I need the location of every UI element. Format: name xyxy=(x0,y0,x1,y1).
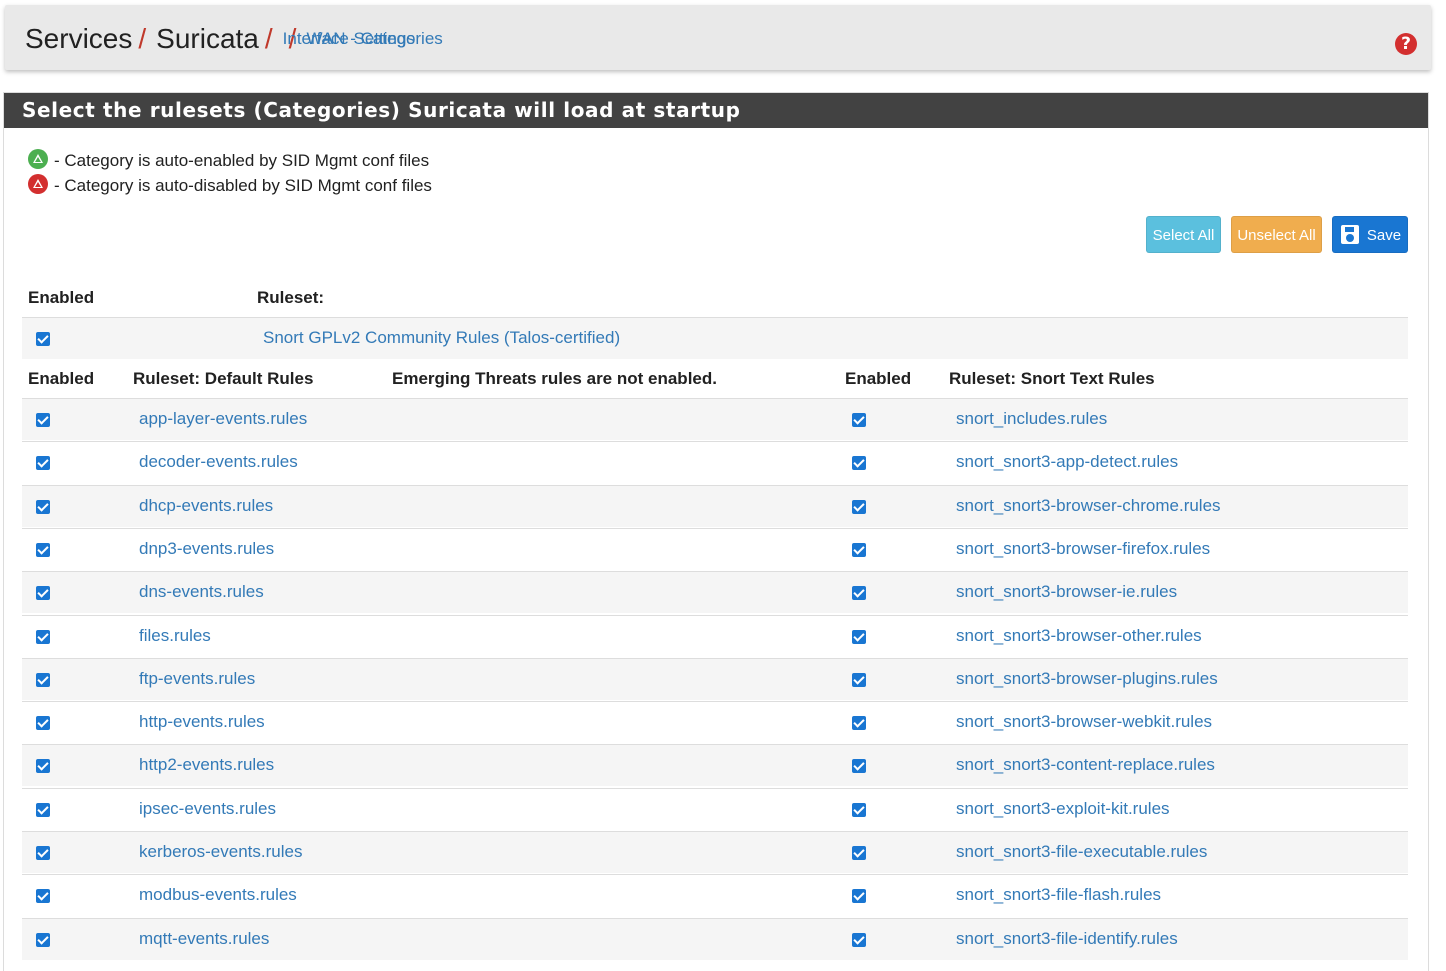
unselect-all-button[interactable]: Unselect All xyxy=(1231,216,1322,253)
snort-rule-link[interactable]: snort_snort3-app-detect.rules xyxy=(956,452,1178,472)
auto-enabled-icon xyxy=(28,148,48,169)
legend-item: - Category is auto-disabled by SID Mgmt … xyxy=(28,173,432,198)
snort-rule-checkbox[interactable] xyxy=(852,803,866,817)
header-ruleset: Ruleset: xyxy=(257,288,325,307)
snort-rule-link[interactable]: snort_snort3-file-flash.rules xyxy=(956,885,1161,905)
table-row: http2-events.rules snort_snort3-content-r… xyxy=(22,744,1408,786)
default-rule-checkbox[interactable] xyxy=(36,413,50,427)
panel-title: Select the rulesets (Categories) Suricat… xyxy=(4,93,1428,128)
community-rules-link[interactable]: Snort GPLv2 Community Rules (Talos-certi… xyxy=(263,328,620,348)
snort-rule-link[interactable]: snort_snort3-exploit-kit.rules xyxy=(956,799,1170,819)
default-rule-link[interactable]: files.rules xyxy=(139,626,211,646)
table-row: kerberos-events.rules snort_snort3-file-e… xyxy=(22,831,1408,873)
default-rule-checkbox[interactable] xyxy=(36,846,50,860)
save-icon xyxy=(1341,225,1359,244)
snort-rule-link[interactable]: snort_includes.rules xyxy=(956,409,1107,429)
snort-rule-checkbox[interactable] xyxy=(852,846,866,860)
default-rule-link[interactable]: ftp-events.rules xyxy=(139,669,255,689)
snort-rule-link[interactable]: snort_snort3-file-executable.rules xyxy=(956,842,1207,862)
table-row: dnp3-events.rules snort_snort3-browser-fi… xyxy=(22,528,1408,570)
breadcrumb: Services / Suricata / Interface Settings / WAN… xyxy=(25,22,443,56)
header-et-note: Emerging Threats rules are not enabled. xyxy=(392,369,717,388)
snort-rule-checkbox[interactable] xyxy=(852,716,866,730)
snort-rule-checkbox[interactable] xyxy=(852,456,866,470)
snort-rule-link[interactable]: snort_snort3-content-replace.rules xyxy=(956,755,1215,775)
save-label: Save xyxy=(1366,227,1402,244)
table-row: decoder-events.rules snort_snort3-app-det… xyxy=(22,441,1408,483)
snort-rule-link[interactable]: snort_snort3-file-identify.rules xyxy=(956,929,1178,949)
snort-rule-link[interactable]: snort_snort3-browser-ie.rules xyxy=(956,582,1177,602)
snort-rule-checkbox[interactable] xyxy=(852,889,866,903)
legend-text: - Category is auto-disabled by SID Mgmt … xyxy=(54,175,432,195)
snort-rule-checkbox[interactable] xyxy=(852,630,866,644)
default-rule-link[interactable]: mqtt-events.rules xyxy=(139,929,269,949)
snort-rule-link[interactable]: snort_snort3-browser-other.rules xyxy=(956,626,1202,646)
auto-disabled-icon xyxy=(28,173,48,194)
legend-text: - Category is auto-enabled by SID Mgmt c… xyxy=(54,150,430,170)
snort-rule-checkbox[interactable] xyxy=(852,586,866,600)
snort-rule-checkbox[interactable] xyxy=(852,500,866,514)
default-rule-checkbox[interactable] xyxy=(36,456,50,470)
header-default-rules: Ruleset: Default Rules xyxy=(133,369,314,388)
page-header: Services / Suricata / Interface Settings / WAN… xyxy=(5,5,1431,70)
default-rule-checkbox[interactable] xyxy=(36,673,50,687)
breadcrumb-separator: / xyxy=(264,23,273,54)
table-row: mqtt-events.rules snort_snort3-file-ident… xyxy=(22,918,1408,960)
default-rule-link[interactable]: kerberos-events.rules xyxy=(139,842,302,862)
default-rule-checkbox[interactable] xyxy=(36,933,50,947)
header-enabled-right: Enabled xyxy=(845,369,912,388)
question-circle-icon[interactable]: ? xyxy=(1395,33,1417,55)
default-rule-checkbox[interactable] xyxy=(36,889,50,903)
table-row: app-layer-events.rules snort_includes.rul… xyxy=(22,398,1408,440)
community-rules-row: Snort GPLv2 Community Rules (Talos-certi… xyxy=(22,317,1408,359)
breadcrumb-suricata[interactable]: Suricata xyxy=(156,23,259,54)
breadcrumb-wan-categories[interactable]: WAN - Categories xyxy=(306,22,442,56)
default-rule-link[interactable]: dhcp-events.rules xyxy=(139,496,273,516)
default-rule-link[interactable]: dnp3-events.rules xyxy=(139,539,274,559)
default-rule-link[interactable]: decoder-events.rules xyxy=(139,452,298,472)
table-row: dns-events.rules snort_snort3-browser-ie.… xyxy=(22,571,1408,613)
snort-rule-link[interactable]: snort_snort3-browser-firefox.rules xyxy=(956,539,1210,559)
breadcrumb-separator: / xyxy=(138,23,147,54)
default-rule-checkbox[interactable] xyxy=(36,500,50,514)
table-row: files.rules snort_snort3-browser-other.ru… xyxy=(22,615,1408,657)
table-row: http-events.rules snort_snort3-browser-we… xyxy=(22,701,1408,743)
snort-rule-link[interactable]: snort_snort3-browser-plugins.rules xyxy=(956,669,1218,689)
default-rule-checkbox[interactable] xyxy=(36,803,50,817)
select-all-button[interactable]: Select All xyxy=(1146,216,1221,253)
snort-rule-checkbox[interactable] xyxy=(852,673,866,687)
default-rule-checkbox[interactable] xyxy=(36,630,50,644)
default-rule-link[interactable]: modbus-events.rules xyxy=(139,885,297,905)
header-enabled-left: Enabled xyxy=(28,369,95,388)
default-rule-checkbox[interactable] xyxy=(36,716,50,730)
snort-rule-link[interactable]: snort_snort3-browser-chrome.rules xyxy=(956,496,1221,516)
default-rule-link[interactable]: http2-events.rules xyxy=(139,755,274,775)
header-snort-text-rules: Ruleset: Snort Text Rules xyxy=(949,369,1155,388)
snort-rule-checkbox[interactable] xyxy=(852,933,866,947)
breadcrumb-services[interactable]: Services xyxy=(25,23,132,54)
snort-rule-link[interactable]: snort_snort3-browser-webkit.rules xyxy=(956,712,1212,732)
save-button[interactable]: Save xyxy=(1332,216,1408,253)
default-rule-checkbox[interactable] xyxy=(36,543,50,557)
table-row: modbus-events.rules snort_snort3-file-fla… xyxy=(22,874,1408,916)
legend-item: - Category is auto-enabled by SID Mgmt c… xyxy=(28,148,432,173)
snort-rule-checkbox[interactable] xyxy=(852,759,866,773)
snort-rule-checkbox[interactable] xyxy=(852,543,866,557)
default-rule-link[interactable]: ipsec-events.rules xyxy=(139,799,276,819)
default-rule-link[interactable]: app-layer-events.rules xyxy=(139,409,307,429)
categories-panel: Select the rulesets (Categories) Suricat… xyxy=(3,92,1429,971)
default-rule-checkbox[interactable] xyxy=(36,586,50,600)
table-row: ipsec-events.rules snort_snort3-exploit-k… xyxy=(22,788,1408,830)
table-row: ftp-events.rules snort_snort3-browser-plu… xyxy=(22,658,1408,700)
community-rules-checkbox[interactable] xyxy=(36,332,50,346)
header-enabled: Enabled xyxy=(28,288,95,307)
default-rule-link[interactable]: dns-events.rules xyxy=(139,582,264,602)
legend: - Category is auto-enabled by SID Mgmt c… xyxy=(28,148,432,198)
default-rule-link[interactable]: http-events.rules xyxy=(139,712,265,732)
table-row: dhcp-events.rules snort_snort3-browser-ch… xyxy=(22,485,1408,527)
default-rule-checkbox[interactable] xyxy=(36,759,50,773)
snort-rule-checkbox[interactable] xyxy=(852,413,866,427)
